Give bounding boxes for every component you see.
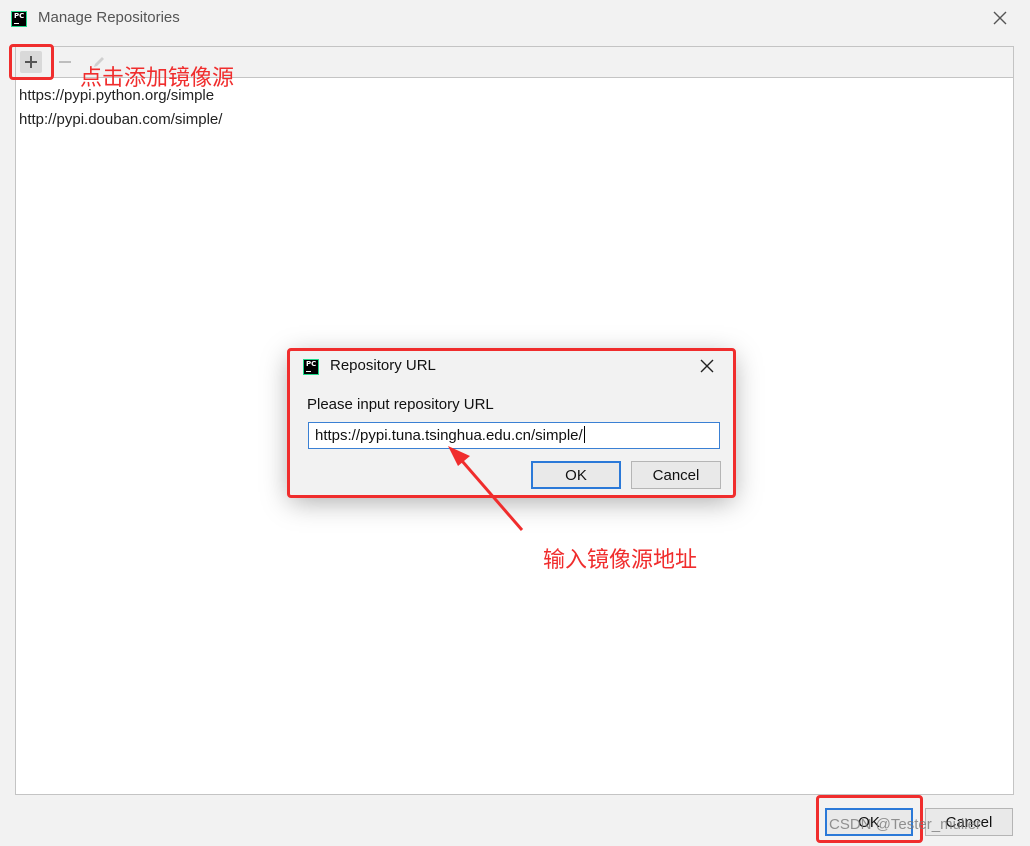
minus-icon — [59, 61, 71, 63]
watermark: CSDN @Tester_muller — [829, 816, 981, 833]
add-hint-text: 点击添加镜像源 — [80, 66, 235, 91]
annotation-arrow-icon — [448, 446, 524, 531]
list-item[interactable]: http://pypi.douban.com/simple/ — [19, 111, 222, 128]
window-title: Manage Repositories — [38, 9, 180, 26]
app-logo: PC — [11, 11, 27, 27]
remove-repository-button[interactable] — [54, 51, 76, 73]
close-window-button[interactable] — [990, 8, 1010, 28]
close-icon — [993, 11, 1007, 25]
input-hint-text: 输入镜像源地址 — [543, 548, 698, 573]
add-button-highlight — [9, 44, 54, 80]
pycharm-icon: PC — [11, 11, 27, 27]
